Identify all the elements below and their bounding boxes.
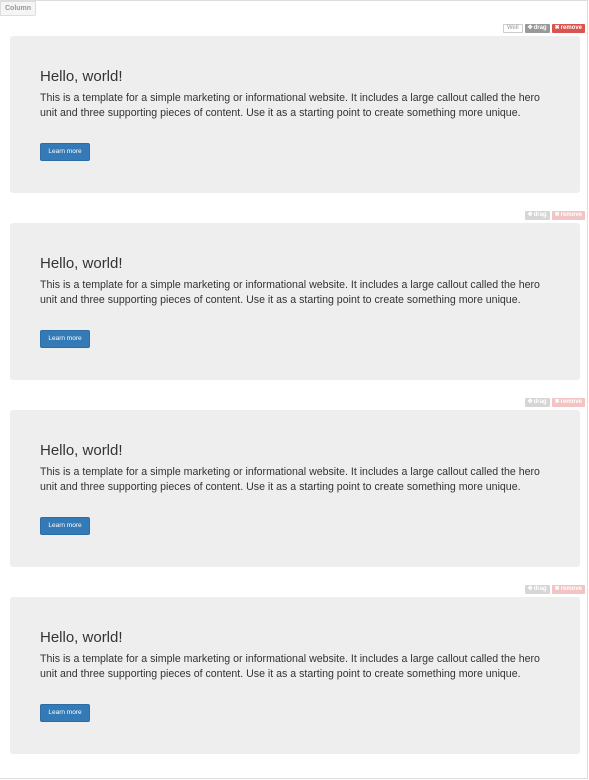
remove-button[interactable]: ✖ remove — [551, 24, 585, 33]
remove-label: remove — [560, 399, 582, 405]
well-button[interactable]: Well — [503, 24, 523, 33]
jumbotron-title: Hello, world! — [40, 442, 123, 459]
remove-button[interactable]: ✖ remove — [551, 398, 585, 407]
drag-icon: ✥ — [527, 586, 533, 592]
drag-icon: ✥ — [527, 399, 533, 405]
jumbotron-title: Hello, world! — [40, 68, 123, 85]
learn-more-button[interactable]: Learn more — [40, 517, 90, 535]
drag-button[interactable]: ✥ drag — [524, 24, 550, 33]
drag-icon: ✥ — [527, 25, 533, 31]
remove-label: remove — [560, 25, 582, 31]
drag-button[interactable]: ✥ drag — [524, 585, 550, 594]
drag-label: drag — [533, 399, 547, 405]
jumbotron: Hello, world! This is a template for a s… — [10, 410, 580, 567]
close-icon: ✖ — [554, 25, 560, 31]
column-label[interactable]: Column — [0, 1, 37, 16]
jumbotron: Hello, world! This is a template for a s… — [10, 36, 580, 193]
learn-more-button[interactable]: Learn more — [40, 330, 90, 348]
remove-label: remove — [560, 586, 582, 592]
jumbotron-text: This is a template for a simple marketin… — [40, 279, 540, 306]
learn-more-button[interactable]: Learn more — [40, 143, 90, 161]
jumbotron-title: Hello, world! — [40, 255, 123, 272]
drag-button[interactable]: ✥ drag — [524, 398, 550, 407]
drag-label: drag — [533, 586, 547, 592]
drag-button[interactable]: ✥ drag — [524, 211, 550, 220]
jumbotron-text: This is a template for a simple marketin… — [40, 466, 540, 493]
block-toolbar: Well ✥ drag ✖ remove — [503, 24, 585, 33]
close-icon: ✖ — [554, 399, 560, 405]
remove-button[interactable]: ✖ remove — [551, 585, 585, 594]
jumbotron: Hello, world! This is a template for a s… — [10, 223, 580, 380]
jumbotron-text: This is a template for a simple marketin… — [40, 92, 540, 119]
jumbotron: Hello, world! This is a template for a s… — [10, 597, 580, 754]
close-icon: ✖ — [554, 586, 560, 592]
remove-label: remove — [560, 212, 582, 218]
block-toolbar: ✥ drag ✖ remove — [524, 585, 585, 594]
jumbotron-title: Hello, world! — [40, 629, 123, 646]
drag-label: drag — [533, 25, 547, 31]
learn-more-button[interactable]: Learn more — [40, 704, 90, 722]
remove-button[interactable]: ✖ remove — [551, 211, 585, 220]
block-toolbar: ✥ drag ✖ remove — [524, 211, 585, 220]
drag-icon: ✥ — [527, 212, 533, 218]
jumbotron-text: This is a template for a simple marketin… — [40, 653, 540, 680]
close-icon: ✖ — [554, 212, 560, 218]
drag-label: drag — [533, 212, 547, 218]
block-toolbar: ✥ drag ✖ remove — [524, 398, 585, 407]
